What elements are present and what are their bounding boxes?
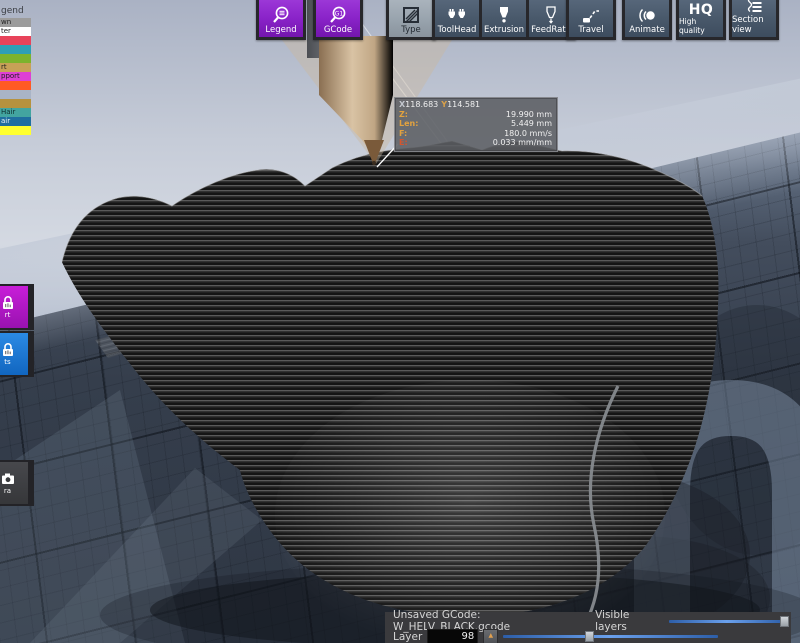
legend-item: [0, 90, 31, 99]
layer-number-input[interactable]: 98: [427, 629, 478, 643]
toolhead-button[interactable]: ToolHead: [435, 0, 479, 37]
legend-item: [0, 99, 31, 108]
animate-button[interactable]: Animate: [622, 0, 672, 40]
layer-spinner-up-button[interactable]: ▲: [483, 629, 498, 643]
up-arrow-icon: ▲: [488, 632, 493, 639]
travel-button[interactable]: Travel: [566, 0, 616, 40]
bottom-bar: Unsaved GCode: W_HELV_BLACK.gcode Visibl…: [385, 612, 791, 643]
gcode-button[interactable]: G1 GCode: [313, 0, 363, 40]
travel-button-label: Travel: [578, 25, 603, 35]
extrusion-button[interactable]: Extrusion: [482, 0, 526, 37]
visible-layers-slider[interactable]: [669, 616, 786, 627]
lock-icon: [0, 342, 16, 358]
legend-button-label: Legend: [265, 25, 296, 35]
side-button-label: rt: [5, 311, 11, 319]
locked-blue-button[interactable]: ts: [0, 331, 34, 377]
legend-item: Hair: [0, 108, 31, 117]
hq-button[interactable]: HQ High quality: [676, 0, 726, 40]
type-button-label: Type: [401, 25, 421, 35]
legend-panel: gend wnter rtpport Hairair: [0, 6, 31, 135]
feedrate-button-label: FeedRate: [531, 25, 571, 35]
legend-item: pport: [0, 72, 31, 81]
legend-item: [0, 45, 31, 54]
gcode-button-label: GCode: [324, 25, 352, 35]
gcode-tooltip: X118.683 Y114.581 Z:19.990 mmLen:5.449 m…: [394, 97, 558, 152]
locked-magenta-button[interactable]: rt: [0, 284, 34, 330]
gcode-magnifier-icon: G1: [328, 5, 348, 24]
hq-button-label: High quality: [679, 17, 723, 35]
legend-header: gend: [1, 6, 31, 16]
type-button[interactable]: Type: [386, 0, 436, 40]
svg-text:G1: G1: [335, 10, 344, 17]
tooltip-row: Z:19.990 mm: [399, 110, 552, 120]
view-mode-group: ToolHead Extrusion FeedRate: [432, 0, 576, 40]
legend-item: [0, 54, 31, 63]
slider-track[interactable]: [669, 620, 786, 623]
legend-item: ter: [0, 27, 31, 36]
legend-button[interactable]: Legend: [256, 0, 306, 40]
side-button-label: ts: [4, 358, 10, 366]
lock-icon: [0, 295, 16, 311]
tooltip-row: E:0.033 mm/mm: [399, 138, 552, 148]
hq-icon: HQ: [689, 4, 714, 17]
slider-track[interactable]: [503, 635, 718, 638]
extrusion-button-label: Extrusion: [484, 25, 524, 35]
legend-item: [0, 36, 31, 45]
tooltip-row: Len:5.449 mm: [399, 119, 552, 129]
tooltip-coords: X118.683 Y114.581: [399, 100, 552, 110]
camera-icon: [0, 471, 16, 487]
section-view-button-label: Section view: [732, 15, 776, 35]
slider-handle[interactable]: [780, 616, 789, 627]
tooltip-row: F:180.0 mm/s: [399, 129, 552, 139]
camera-button[interactable]: ra: [0, 460, 34, 506]
visible-layers-label: Visible layers: [595, 609, 662, 633]
legend-item: [0, 126, 31, 135]
section-view-button[interactable]: Section view: [729, 0, 779, 40]
legend-item: [0, 81, 31, 90]
layer-slider[interactable]: [503, 631, 718, 642]
toolhead-icon: [447, 8, 467, 24]
animate-button-label: Animate: [629, 25, 665, 35]
viewport[interactable]: X118.683 Y114.581 Z:19.990 mmLen:5.449 m…: [0, 0, 800, 643]
legend-item: rt: [0, 63, 31, 72]
travel-icon: [581, 7, 601, 24]
extrusion-icon: [495, 6, 513, 24]
slider-handle[interactable]: [585, 631, 594, 642]
legend-item: air: [0, 117, 31, 126]
layer-label: Layer: [393, 631, 422, 643]
section-view-icon: [744, 0, 764, 14]
legend-item: wn: [0, 18, 31, 27]
animate-icon: [637, 7, 657, 24]
toolhead-button-label: ToolHead: [438, 25, 477, 35]
feedrate-icon: [542, 6, 560, 24]
type-hatch-icon: [402, 6, 420, 24]
legend-magnifier-icon: [271, 5, 291, 24]
side-button-label: ra: [4, 487, 11, 495]
